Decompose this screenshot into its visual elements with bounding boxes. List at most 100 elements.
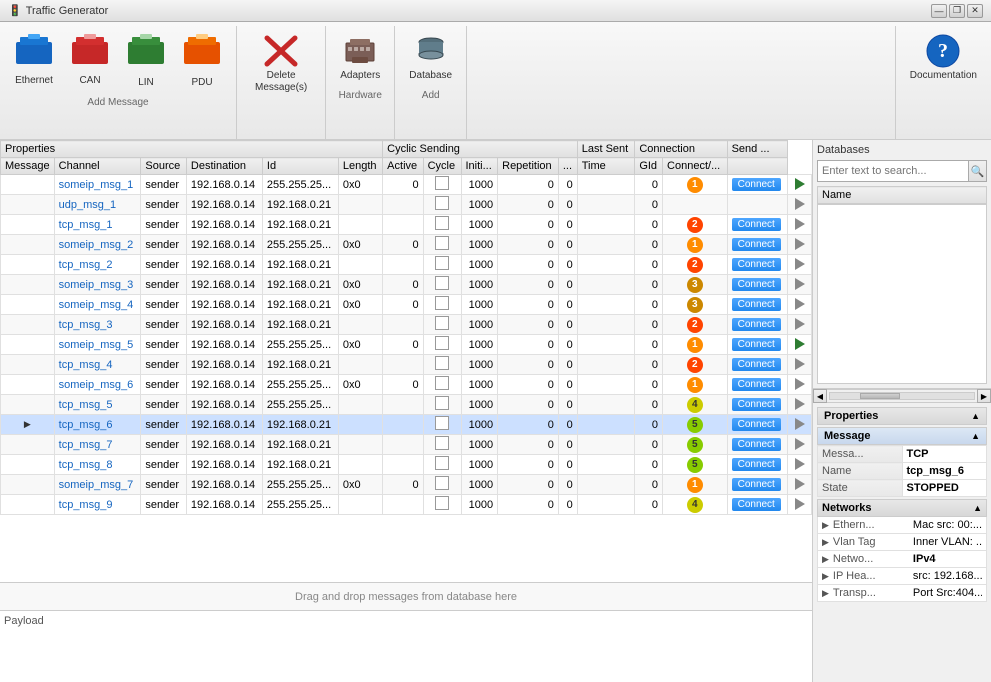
networks-header[interactable]: Networks ▲	[817, 499, 987, 517]
cell-connect[interactable]	[727, 195, 787, 215]
documentation-button[interactable]: ? Documentation	[904, 30, 983, 86]
cell-play[interactable]	[788, 175, 812, 195]
cell-connect[interactable]: Connect	[727, 415, 787, 435]
close-button[interactable]: ✕	[967, 4, 983, 18]
cell-active[interactable]	[423, 235, 461, 255]
scroll-track[interactable]	[829, 392, 975, 400]
play-button[interactable]	[791, 496, 809, 512]
cell-play[interactable]	[788, 455, 812, 475]
active-checkbox[interactable]	[435, 316, 449, 330]
cell-play[interactable]	[788, 495, 812, 515]
ethernet-button[interactable]: Ethernet	[8, 30, 60, 93]
cell-connect[interactable]: Connect	[727, 315, 787, 335]
restore-button[interactable]: ❐	[949, 4, 965, 18]
play-button[interactable]	[791, 256, 809, 272]
connect-button[interactable]: Connect	[732, 258, 781, 271]
cell-play[interactable]	[788, 275, 812, 295]
active-checkbox[interactable]	[435, 236, 449, 250]
scroll-left-button[interactable]: ◀	[813, 389, 827, 403]
connect-button[interactable]: Connect	[732, 418, 781, 431]
minimize-button[interactable]: —	[931, 4, 947, 18]
cell-connect[interactable]: Connect	[727, 335, 787, 355]
cell-connect[interactable]: Connect	[727, 255, 787, 275]
networks-collapse-arrow[interactable]: ▲	[973, 503, 982, 513]
search-input[interactable]	[818, 165, 968, 177]
cell-connect[interactable]: Connect	[727, 235, 787, 255]
cell-active[interactable]	[423, 315, 461, 335]
horizontal-scrollbar[interactable]: ◀ ▶	[813, 389, 991, 403]
scroll-thumb[interactable]	[860, 393, 900, 399]
play-button[interactable]	[791, 456, 809, 472]
active-checkbox[interactable]	[435, 296, 449, 310]
database-button[interactable]: Database	[403, 30, 458, 86]
connect-button[interactable]: Connect	[732, 478, 781, 491]
cell-active[interactable]	[423, 195, 461, 215]
connect-button[interactable]: Connect	[732, 318, 781, 331]
play-button[interactable]	[791, 216, 809, 232]
connect-button[interactable]: Connect	[732, 398, 781, 411]
cell-active[interactable]	[423, 175, 461, 195]
cell-active[interactable]	[423, 215, 461, 235]
cell-play[interactable]	[788, 335, 812, 355]
cell-active[interactable]	[423, 335, 461, 355]
can-button[interactable]: CAN	[64, 30, 116, 93]
cell-connect[interactable]: Connect	[727, 495, 787, 515]
cell-active[interactable]	[423, 455, 461, 475]
scroll-right-button[interactable]: ▶	[977, 389, 991, 403]
active-checkbox[interactable]	[435, 376, 449, 390]
cell-connect[interactable]: Connect	[727, 175, 787, 195]
search-button[interactable]: 🔍	[968, 161, 986, 181]
cell-active[interactable]	[423, 495, 461, 515]
cell-connect[interactable]: Connect	[727, 455, 787, 475]
active-checkbox[interactable]	[435, 476, 449, 490]
active-checkbox[interactable]	[435, 436, 449, 450]
play-button[interactable]	[791, 316, 809, 332]
cell-play[interactable]	[788, 235, 812, 255]
active-checkbox[interactable]	[435, 356, 449, 370]
connect-button[interactable]: Connect	[732, 438, 781, 451]
active-checkbox[interactable]	[435, 196, 449, 210]
connect-button[interactable]: Connect	[732, 498, 781, 511]
play-button[interactable]	[791, 336, 809, 352]
cell-active[interactable]	[423, 255, 461, 275]
cell-play[interactable]	[788, 375, 812, 395]
table-wrapper[interactable]: Properties Cyclic Sending Last Sent Conn…	[0, 140, 812, 582]
cell-play[interactable]	[788, 255, 812, 275]
active-checkbox[interactable]	[435, 176, 449, 190]
connect-button[interactable]: Connect	[732, 298, 781, 311]
connect-button[interactable]: Connect	[732, 178, 781, 191]
play-button[interactable]	[791, 396, 809, 412]
active-checkbox[interactable]	[435, 416, 449, 430]
cell-connect[interactable]: Connect	[727, 215, 787, 235]
cell-connect[interactable]: Connect	[727, 295, 787, 315]
cell-active[interactable]	[423, 275, 461, 295]
cell-play[interactable]	[788, 435, 812, 455]
connect-button[interactable]: Connect	[732, 458, 781, 471]
cell-play[interactable]	[788, 395, 812, 415]
cell-active[interactable]	[423, 395, 461, 415]
cell-active[interactable]	[423, 475, 461, 495]
cell-play[interactable]	[788, 195, 812, 215]
connect-button[interactable]: Connect	[732, 378, 781, 391]
ip-expand-arrow[interactable]: ▶	[822, 571, 829, 582]
cell-play[interactable]	[788, 315, 812, 335]
play-button[interactable]	[791, 176, 809, 192]
cell-connect[interactable]: Connect	[727, 475, 787, 495]
play-button[interactable]	[791, 296, 809, 312]
delete-message-button[interactable]: DeleteMessage(s)	[249, 30, 313, 98]
pdu-button[interactable]: PDU	[176, 30, 228, 93]
vlan-expand-arrow[interactable]: ▶	[822, 537, 829, 548]
cell-play[interactable]	[788, 355, 812, 375]
active-checkbox[interactable]	[435, 336, 449, 350]
connect-button[interactable]: Connect	[732, 278, 781, 291]
active-checkbox[interactable]	[435, 496, 449, 510]
cell-play[interactable]	[788, 475, 812, 495]
cell-connect[interactable]: Connect	[727, 395, 787, 415]
connect-button[interactable]: Connect	[732, 218, 781, 231]
cell-play[interactable]	[788, 295, 812, 315]
transport-expand-arrow[interactable]: ▶	[822, 588, 829, 599]
message-collapse-arrow[interactable]: ▲	[971, 431, 980, 441]
play-button[interactable]	[791, 276, 809, 292]
active-checkbox[interactable]	[435, 256, 449, 270]
play-button[interactable]	[791, 416, 809, 432]
